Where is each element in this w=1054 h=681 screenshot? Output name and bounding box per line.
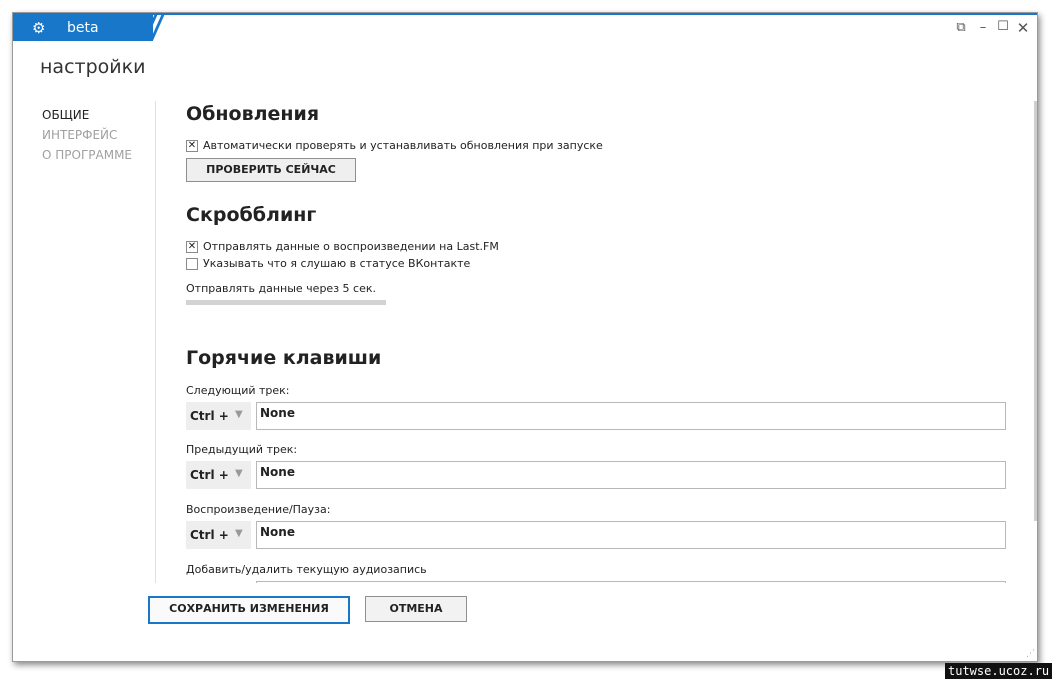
modifier-value: Ctrl + (190, 409, 229, 423)
hotkey-input[interactable]: None (256, 461, 1006, 489)
scrobble-delay-slider[interactable] (186, 300, 386, 305)
brand-block: ⚙ beta (13, 15, 153, 41)
modifier-select[interactable]: Ctrl + ▼ (186, 402, 251, 430)
lastfm-checkbox[interactable]: ✕ (186, 240, 198, 253)
modifier-select[interactable]: Ctrl + ▼ (186, 461, 251, 489)
sidebar-item-interface[interactable]: ИНТЕРФЕЙС (42, 125, 132, 145)
hotkey-input[interactable]: None (256, 521, 1006, 549)
settings-content: Обновления ✕ Автоматически проверять и у… (186, 13, 1016, 583)
scrobbling-heading: Скробблинг (186, 204, 317, 226)
hotkey-label: Предыдущий трек: (186, 443, 298, 456)
hotkey-label: Следующий трек: (186, 384, 290, 397)
sidebar-item-general[interactable]: ОБЩИЕ (42, 105, 132, 125)
lastfm-option[interactable]: ✕ Отправлять данные о воспроизведении на… (186, 240, 499, 253)
auto-update-checkbox[interactable]: ✕ (186, 139, 198, 152)
modifier-value: Ctrl + (190, 528, 229, 542)
chevron-down-icon[interactable]: ▼ (235, 409, 243, 420)
close-icon[interactable]: ✕ (1016, 21, 1030, 36)
hotkey-input[interactable]: None (256, 402, 1006, 430)
scrollbar[interactable] (1034, 101, 1037, 521)
updates-heading: Обновления (186, 103, 320, 125)
check-now-button[interactable]: ПРОВЕРИТЬ СЕЙЧАС (186, 158, 356, 182)
brand-label: beta (67, 20, 99, 36)
auto-update-option[interactable]: ✕ Автоматически проверять и устанавливат… (186, 139, 603, 152)
vk-status-option[interactable]: Указывать что я слушаю в статусе ВКонтак… (186, 257, 470, 270)
chevron-down-icon[interactable]: ▼ (235, 528, 243, 539)
hotkey-label: Воспроизведение/Пауза: (186, 503, 331, 516)
gear-icon[interactable]: ⚙ (32, 19, 45, 37)
vk-status-checkbox[interactable] (186, 257, 198, 270)
modifier-value: Ctrl + (190, 468, 229, 482)
resize-grip-icon[interactable]: ⋰ (1026, 649, 1035, 659)
page-title: настройки (40, 56, 146, 78)
hotkey-input[interactable] (256, 581, 1006, 583)
settings-window: ⚙ beta ⧉ – ☐ ✕ настройки ОБЩИЕ ИНТЕРФЕЙС… (12, 12, 1038, 662)
chevron-down-icon[interactable]: ▼ (235, 468, 243, 479)
sidebar-divider (155, 101, 156, 583)
save-button[interactable]: СОХРАНИТЬ ИЗМЕНЕНИЯ (148, 596, 350, 624)
watermark: tutwse.ucoz.ru (945, 663, 1053, 679)
settings-sidebar: ОБЩИЕ ИНТЕРФЕЙС О ПРОГРАММЕ (42, 105, 132, 165)
modifier-select[interactable]: Ctrl + ▼ (186, 521, 251, 549)
hotkey-label: Добавить/удалить текущую аудиозапись (186, 563, 427, 576)
lastfm-label: Отправлять данные о воспроизведении на L… (203, 240, 499, 253)
cancel-button[interactable]: ОТМЕНА (365, 596, 467, 622)
hotkeys-heading: Горячие клавиши (186, 347, 382, 369)
scrobble-delay-label: Отправлять данные через 5 сек. (186, 282, 376, 295)
vk-status-label: Указывать что я слушаю в статусе ВКонтак… (203, 257, 471, 270)
auto-update-label: Автоматически проверять и устанавливать … (203, 139, 603, 152)
sidebar-item-about[interactable]: О ПРОГРАММЕ (42, 145, 132, 165)
